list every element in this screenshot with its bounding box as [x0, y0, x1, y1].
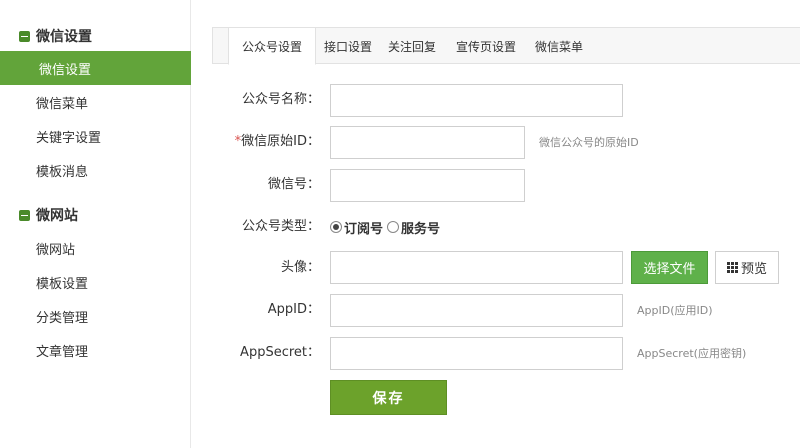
tab-bar: 公众号设置 接口设置 关注回复 宣传页设置 微信菜单 [212, 27, 800, 65]
sidebar-group-microsite[interactable]: 微网站 [0, 198, 191, 232]
account-type-radio-group: 订阅号 服务号 [330, 217, 444, 237]
sidebar-group-label: 微信设置 [36, 29, 92, 45]
account-name-input[interactable] [330, 84, 623, 117]
sidebar-group-label: 微网站 [36, 208, 78, 224]
original-id-input[interactable] [330, 126, 525, 159]
original-id-hint: 微信公众号的原始ID [539, 136, 639, 149]
appsecret-hint: AppSecret(应用密钥) [637, 347, 747, 360]
sidebar: 微信设置 微信设置 微信菜单 关键字设置 模板消息 微网站 微网站 模板设置 分… [0, 0, 191, 448]
account-name-label: 公众号名称： [241, 92, 320, 107]
preview-button-label: 预览 [740, 262, 767, 277]
avatar-label: 头像： [280, 260, 320, 275]
sidebar-item-template-settings[interactable]: 模板设置 [0, 265, 191, 299]
sidebar-item-article-management[interactable]: 文章管理 [0, 333, 191, 367]
radio-unchecked-icon[interactable] [387, 221, 400, 233]
save-button[interactable]: 保存 [330, 380, 447, 415]
original-id-label: 微信原始ID： [241, 134, 320, 149]
sidebar-group-wechat-settings[interactable]: 微信设置 [0, 19, 191, 53]
tab-account-settings[interactable]: 公众号设置 [228, 27, 316, 65]
sidebar-item-wechat-settings[interactable]: 微信设置 [0, 51, 191, 85]
radio-subscription-label: 订阅号 [344, 221, 384, 237]
radio-checked-icon[interactable] [330, 221, 342, 233]
preview-button[interactable]: 预览 [715, 251, 779, 284]
account-type-label: 公众号类型： [241, 219, 320, 234]
collapse-icon[interactable] [19, 209, 30, 221]
avatar-input[interactable] [330, 251, 623, 284]
sidebar-item-wechat-menu[interactable]: 微信菜单 [0, 85, 191, 119]
appsecret-label: AppSecret： [240, 345, 320, 360]
wechat-no-input[interactable] [330, 169, 525, 202]
tab-interface-settings[interactable]: 接口设置 [316, 27, 380, 65]
tab-follow-reply[interactable]: 关注回复 [380, 27, 444, 65]
appid-input[interactable] [330, 294, 623, 327]
tab-wechat-menu[interactable]: 微信菜单 [527, 27, 591, 65]
wechat-no-label: 微信号： [267, 177, 320, 192]
appid-hint: AppID(应用ID) [637, 304, 713, 317]
sidebar-item-category-management[interactable]: 分类管理 [0, 299, 191, 333]
tab-promo-page-settings[interactable]: 宣传页设置 [447, 27, 525, 65]
radio-service[interactable]: 服务号 [387, 218, 440, 237]
original-id-label-wrap: *微信原始ID： [210, 132, 320, 152]
radio-subscription[interactable]: 订阅号 [330, 218, 383, 237]
sidebar-item-microsite[interactable]: 微网站 [0, 231, 191, 265]
appsecret-input[interactable] [330, 337, 623, 370]
sidebar-item-template-messages[interactable]: 模板消息 [0, 153, 191, 187]
collapse-icon[interactable] [19, 30, 30, 42]
radio-service-label: 服务号 [401, 221, 441, 237]
grid-icon [726, 262, 738, 273]
sidebar-item-keyword-settings[interactable]: 关键字设置 [0, 119, 191, 153]
choose-file-button[interactable]: 选择文件 [631, 251, 708, 284]
appid-label: AppID： [267, 302, 320, 317]
